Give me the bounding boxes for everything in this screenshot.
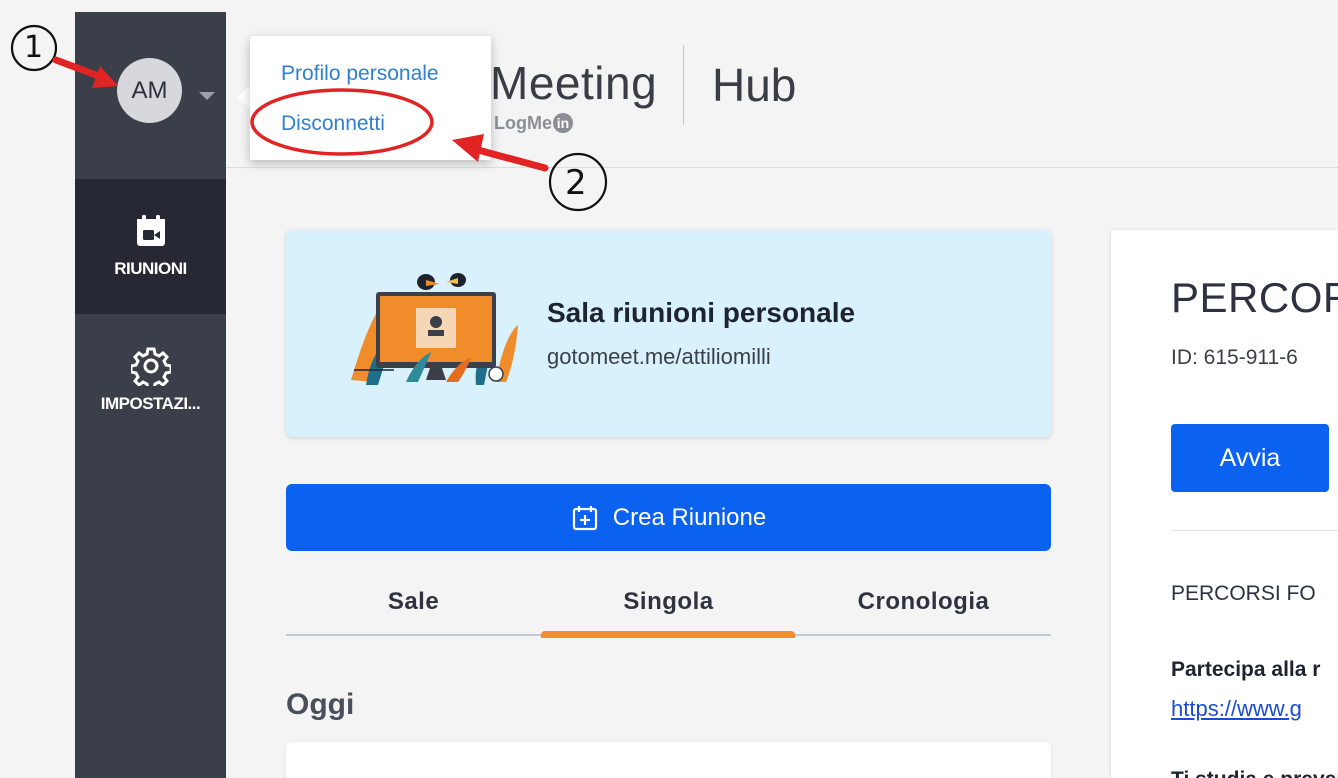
meeting-detail-card: PERCOR ID: 615-911-6 Avvia PERCORSI FO P…: [1111, 230, 1338, 778]
calendar-plus-icon: [572, 505, 597, 530]
sidebar-item-label: IMPOSTAZI...: [100, 394, 201, 413]
brand-logmein: LogMe in: [494, 113, 573, 134]
dropdown-pointer: [237, 86, 250, 108]
meeting-name-label: PERCORSI FO: [1171, 582, 1316, 605]
brand-logmein-text: LogMe: [494, 113, 552, 133]
active-tab-indicator: [541, 631, 795, 638]
brand-product-name: Meeting: [490, 57, 658, 109]
join-meeting-label: Partecipa alla r: [1171, 658, 1321, 681]
tab-singola[interactable]: Singola: [541, 570, 796, 634]
divider: [1171, 530, 1338, 531]
meeting-title: PERCOR: [1171, 274, 1338, 321]
left-margin: [0, 0, 75, 778]
tab-cronologia[interactable]: Cronologia: [796, 570, 1051, 634]
meeting-link[interactable]: https://www.g: [1171, 696, 1302, 722]
sidebar-account-area: AM: [75, 12, 226, 179]
create-meeting-label: Crea Riunione: [612, 503, 767, 531]
today-meeting-card[interactable]: [286, 742, 1051, 778]
chevron-down-icon[interactable]: [199, 92, 215, 100]
menu-item-profile[interactable]: Profilo personale: [281, 62, 439, 86]
meeting-extra-text: Ti studia e prevent: [1171, 768, 1338, 778]
account-dropdown-menu: Profilo personale Disconnetti: [250, 36, 491, 160]
step-1-number: 1: [24, 30, 44, 65]
brand-hub: Hub: [712, 59, 797, 111]
gear-icon: [130, 346, 171, 386]
sidebar: AM RIUNIONI IMPOSTAZI...: [75, 12, 226, 778]
meeting-id: ID: 615-911-6: [1171, 346, 1298, 369]
tab-sale[interactable]: Sale: [286, 570, 541, 634]
sidebar-item-impostazioni[interactable]: IMPOSTAZI...: [75, 314, 226, 449]
sidebar-item-riunioni[interactable]: RIUNIONI: [75, 179, 226, 314]
start-meeting-button[interactable]: Avvia: [1171, 424, 1329, 492]
meeting-tabs: Sale Singola Cronologia: [286, 570, 1051, 638]
brand-in-badge: in: [553, 113, 573, 133]
personal-room-panel[interactable]: Sala riunioni personale gotomeet.me/atti…: [286, 230, 1051, 437]
calendar-video-icon: [131, 211, 171, 251]
create-meeting-button[interactable]: Crea Riunione: [286, 484, 1051, 551]
avatar[interactable]: AM: [117, 58, 182, 123]
today-heading: Oggi: [286, 688, 355, 721]
personal-room-title: Sala riunioni personale: [547, 297, 856, 328]
menu-item-logout[interactable]: Disconnetti: [281, 112, 385, 136]
step-2-number: 2: [565, 163, 587, 203]
personal-room-illustration: [351, 273, 518, 385]
personal-room-url[interactable]: gotomeet.me/attiliomilli: [547, 344, 771, 370]
sidebar-item-label: RIUNIONI: [114, 259, 187, 278]
brand-divider: [683, 45, 684, 125]
